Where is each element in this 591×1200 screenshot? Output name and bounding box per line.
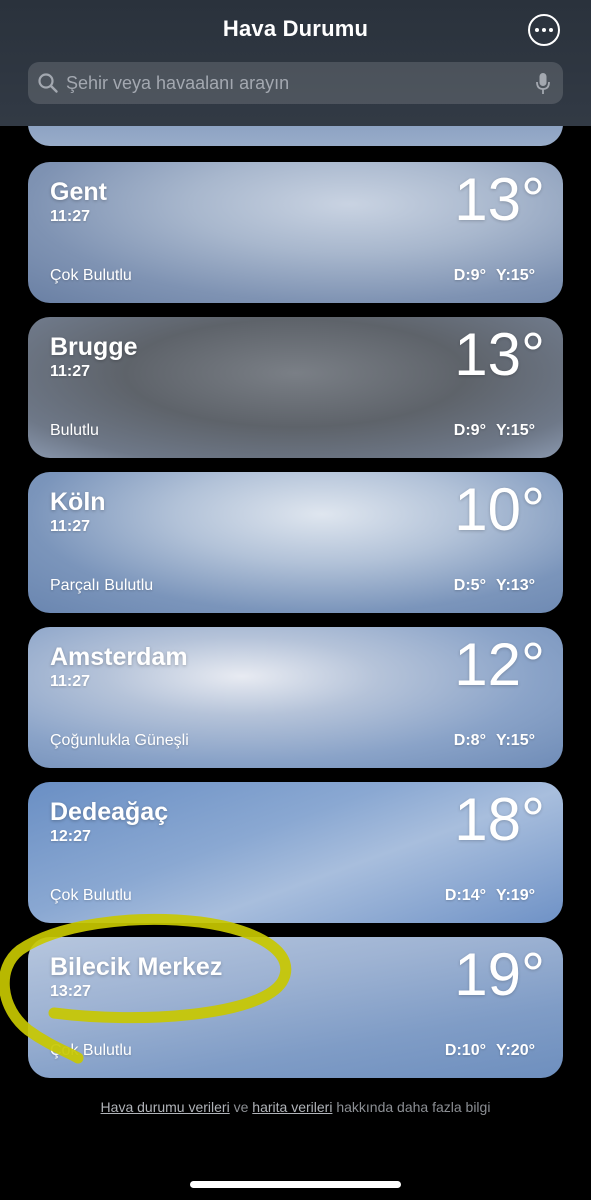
weather-condition: Çok Bulutlu: [50, 887, 132, 904]
weather-condition: Parçalı Bulutlu: [50, 577, 154, 594]
footer-tail: hakkında daha fazla bilgi: [332, 1099, 491, 1115]
weather-data-link[interactable]: Hava durumu verileri: [101, 1099, 230, 1115]
city-name: Gent: [50, 178, 107, 206]
current-temperature: 13°: [454, 321, 545, 388]
page-title: Hava Durumu: [222, 16, 369, 41]
search-icon: [38, 73, 58, 93]
weather-condition: Çok Bulutlu: [50, 1042, 132, 1059]
high-temperature: Y:19°: [495, 887, 535, 904]
temperature-range: D:9° Y:15°: [454, 422, 535, 440]
home-indicator[interactable]: [190, 1181, 401, 1188]
temperature-range: D:9° Y:15°: [454, 267, 535, 285]
location-card-dedeagac[interactable]: Dedeağaç 12:27 18° Çok Bulutlu D:14° Y:19…: [28, 782, 563, 923]
local-time: 11:27: [50, 208, 91, 225]
map-data-link[interactable]: harita verileri: [252, 1099, 332, 1115]
location-card-brugge[interactable]: Brugge 11:27 13° Bulutlu D:9° Y:15°: [28, 317, 563, 458]
more-icon-dot: [542, 28, 546, 32]
search-field[interactable]: Şehir veya havaalanı arayın: [28, 62, 563, 104]
high-temperature: Y:15°: [495, 267, 535, 284]
local-time: 11:27: [50, 518, 91, 535]
weather-condition: Çok Bulutlu: [50, 267, 132, 284]
city-name: Köln: [50, 488, 106, 516]
high-temperature: Y:13°: [495, 577, 535, 594]
current-temperature: 12°: [454, 631, 545, 698]
local-time: 11:27: [50, 363, 91, 380]
current-temperature: 18°: [454, 786, 545, 853]
temperature-range: D:10° Y:20°: [445, 1042, 535, 1060]
current-temperature: 10°: [454, 476, 545, 543]
location-card-koln[interactable]: Köln 11:27 10° Parçalı Bulutlu D:5° Y:13°: [28, 472, 563, 613]
low-temperature: D:10°: [444, 1042, 486, 1059]
location-card-gent[interactable]: Gent 11:27 13° Çok Bulutlu D:9° Y:15°: [28, 162, 563, 303]
top-bar: Hava Durumu Şehir veya havaalanı arayın: [0, 0, 591, 126]
city-name: Brugge: [50, 333, 138, 361]
location-card-amsterdam[interactable]: Amsterdam 11:27 12° Çoğunlukla Güneşli D…: [28, 627, 563, 768]
current-temperature: 13°: [454, 166, 545, 233]
temperature-range: D:5° Y:13°: [454, 577, 535, 595]
low-temperature: D:8°: [453, 732, 486, 749]
city-name: Dedeağaç: [50, 798, 169, 826]
city-name: Amsterdam: [50, 643, 188, 671]
local-time: 12:27: [50, 828, 91, 845]
local-time: 13:27: [50, 983, 91, 1000]
footer-sep: ve: [229, 1099, 253, 1115]
city-name: Bilecik Merkez: [50, 953, 223, 981]
location-list: Gent 11:27 13° Çok Bulutlu D:9° Y:15° Bru…: [0, 0, 591, 1200]
search-placeholder: Şehir veya havaalanı arayın: [66, 73, 290, 93]
temperature-range: D:8° Y:15°: [454, 732, 535, 750]
high-temperature: Y:15°: [495, 422, 535, 439]
high-temperature: Y:15°: [495, 732, 535, 749]
weather-condition: Bulutlu: [50, 422, 99, 439]
local-time: 11:27: [50, 673, 91, 690]
footer-info: Hava durumu verileri ve harita verileri …: [0, 1099, 591, 1115]
low-temperature: D:14°: [444, 887, 486, 904]
temperature-range: D:14° Y:19°: [445, 887, 535, 905]
high-temperature: Y:20°: [495, 1042, 535, 1059]
low-temperature: D:9°: [453, 267, 486, 284]
more-icon-dot: [549, 28, 553, 32]
mic-icon[interactable]: [535, 72, 551, 96]
weather-condition: Çoğunlukla Güneşli: [50, 732, 189, 749]
low-temperature: D:5°: [453, 577, 486, 594]
location-card-bilecik-merkez[interactable]: Bilecik Merkez 13:27 19° Çok Bulutlu D:1…: [28, 937, 563, 1078]
low-temperature: D:9°: [453, 422, 486, 439]
more-options-button[interactable]: [528, 14, 560, 46]
current-temperature: 19°: [454, 941, 545, 1008]
more-icon: [535, 28, 539, 32]
